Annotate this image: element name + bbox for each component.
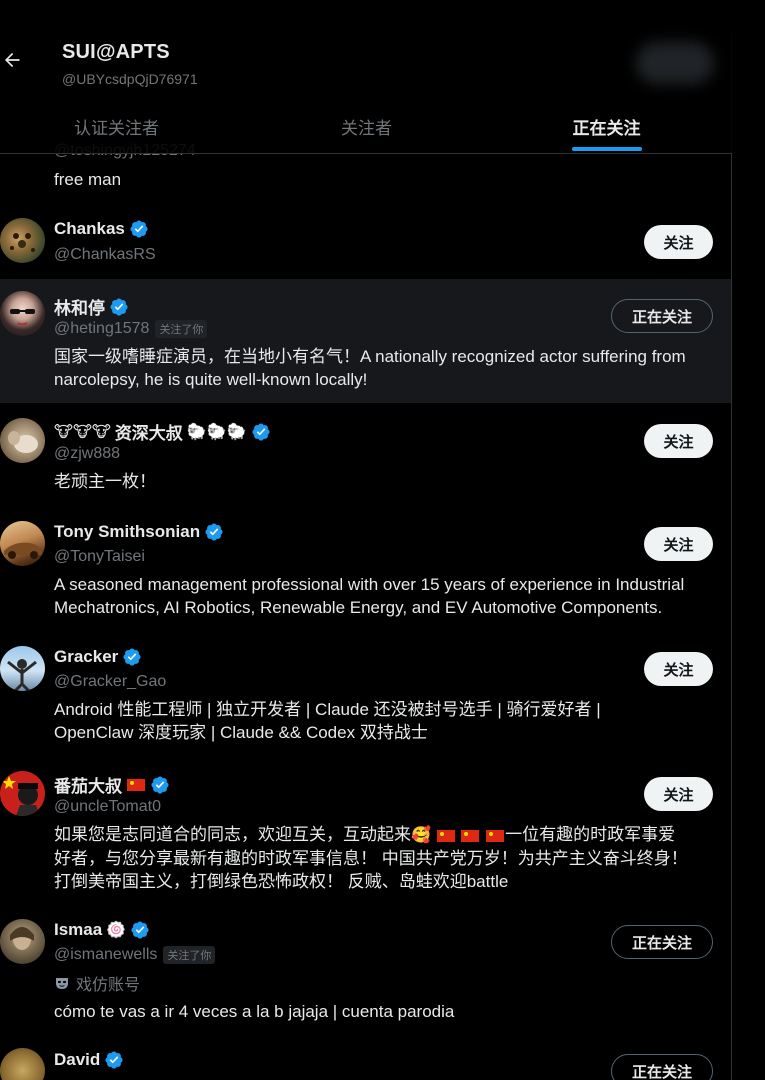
user-name[interactable]: Chankas (54, 219, 149, 239)
verified-badge-icon (123, 648, 141, 666)
verified-badge-icon (105, 1051, 123, 1069)
page-title: SUI@APTS (62, 41, 170, 63)
active-tab-indicator (571, 147, 642, 151)
user-handle: @zjw888 (54, 445, 121, 462)
verified-badge-icon (252, 422, 270, 441)
top-strip (0, 0, 732, 33)
user-bio: cómo te vas a ir 4 veces a la b jajaja |… (54, 1002, 455, 1021)
tab-following[interactable]: 正在关注 (490, 100, 723, 153)
china-flag-icon (486, 829, 505, 842)
bio-line: 如果您是志同道合的同志，欢迎互关，互动起来🥰 一位有趣的时政军事爱 (54, 825, 676, 844)
user-name[interactable]: Ismaa 🍥 (54, 920, 150, 940)
user-handle: @uncleTomat0 (54, 798, 161, 815)
user-bio: 老顽主一枚！ (54, 472, 156, 491)
following-button[interactable]: 正在关注 (611, 925, 713, 959)
bio-line: Android 性能工程师 | 独立开发者 | Claude 还没被封号选手 |… (54, 700, 601, 719)
following-button[interactable]: 正在关注 (611, 1054, 713, 1080)
bio-line: 好者，与您分享最新有趣的时政军事信息！ 中国共产党万岁！为共产主义奋斗终身！ (54, 849, 688, 868)
user-bio: A seasoned management professional with … (54, 575, 685, 617)
follow-button[interactable]: 关注 (644, 652, 713, 686)
bio-line: 打倒美帝国主义，打倒绿色恐怖政权！ 反贼、岛蛙欢迎battle (54, 872, 509, 891)
user-row[interactable]: Ismaa 🍥 @ismanewells 关注了你 戏仿账号 cómo te v… (0, 906, 732, 1038)
verified-badge-icon (131, 921, 149, 939)
avatar[interactable] (0, 521, 45, 566)
tab-verified-followers[interactable]: 认证关注者 (0, 100, 233, 153)
user-row[interactable]: 林和停 @heting1578 关注了你 国家一级嗜睡症演员，在当地小有名气！A… (0, 279, 732, 403)
user-row[interactable]: David 正在关注 (0, 1036, 732, 1080)
china-flag-icon (436, 829, 455, 842)
user-handle: @TonyTaisei (54, 548, 145, 565)
china-flag-icon (127, 778, 145, 791)
follow-button[interactable]: 关注 (644, 527, 713, 561)
user-handle-line: @ismanewells 关注了你 (54, 946, 216, 964)
avatar[interactable] (0, 919, 45, 964)
verified-badge-icon (130, 220, 148, 238)
follows-you-badge: 关注了你 (163, 946, 216, 964)
bio-line: OpenClaw 深度玩家 | Claude && Codex 双持战士 (54, 723, 428, 742)
fish-cake-emoji-icon: 🍥 (106, 922, 127, 939)
sheep-emoji-icon: 🐑🐑🐑 (186, 423, 247, 441)
avatar[interactable] (0, 646, 45, 691)
user-name[interactable]: Tony Smithsonian (54, 522, 224, 542)
user-row[interactable]: 🐮🐮🐮 资深大叔 🐑🐑🐑 @zjw888 老顽主一枚！ 关注 (0, 405, 732, 505)
user-bio: Android 性能工程师 | 独立开发者 | Claude 还没被封号选手 |… (54, 698, 714, 744)
follow-button[interactable]: 关注 (644, 225, 713, 259)
avatar[interactable] (0, 771, 45, 816)
back-arrow-icon[interactable] (2, 50, 22, 70)
blurred-header-button[interactable] (636, 42, 714, 84)
follow-button[interactable]: 关注 (644, 424, 713, 458)
user-bio: free man (54, 170, 122, 189)
verified-badge-icon (110, 297, 128, 316)
user-row[interactable]: Gracker @Gracker_Gao Android 性能工程师 | 独立开… (0, 633, 732, 757)
avatar[interactable] (0, 291, 45, 336)
column-divider (731, 33, 732, 1080)
mask-icon (56, 978, 68, 989)
user-name[interactable]: 🐮🐮🐮 资深大叔 🐑🐑🐑 (54, 419, 271, 444)
parody-label: 戏仿账号 (54, 971, 140, 995)
user-handle: @ismanewells (54, 946, 158, 963)
user-name[interactable]: David (54, 1050, 124, 1070)
following-button[interactable]: 正在关注 (611, 299, 713, 333)
avatar[interactable] (0, 1048, 45, 1080)
user-row[interactable]: 番茄大叔 @uncleTomat0 如果您是志同道合的同志，欢迎互关，互动起来🥰… (0, 758, 732, 906)
verified-badge-icon (205, 523, 223, 541)
main-column: SUI@APTS @UBYcsdpQjD76971 认证关注者 关注者 正在关注… (0, 0, 732, 1080)
smiling-hearts-emoji-icon: 🥰 (411, 827, 431, 844)
follows-you-badge: 关注了你 (155, 320, 208, 338)
avatar[interactable] (0, 218, 45, 263)
china-flag-icon (461, 829, 480, 842)
user-bio: 国家一级嗜睡症演员，在当地小有名气！A nationally recognize… (54, 347, 686, 389)
user-handle: @Gracker_Gao (54, 673, 167, 690)
user-name[interactable]: 番茄大叔 (54, 772, 170, 797)
user-handle: @heting1578 (54, 320, 150, 337)
verified-badge-icon (151, 775, 169, 794)
user-name[interactable]: 林和停 (54, 294, 129, 319)
user-bio: 如果您是志同道合的同志，欢迎互关，互动起来🥰 一位有趣的时政军事爱 好者，与您分… (54, 823, 714, 893)
user-handle: @ChankasRS (54, 246, 156, 263)
follow-button[interactable]: 关注 (644, 777, 713, 811)
user-handle-line: @heting1578 关注了你 (54, 320, 208, 338)
user-name[interactable]: Gracker (54, 647, 142, 667)
tab-bar: 认证关注者 关注者 正在关注 (0, 100, 732, 153)
tab-followers[interactable]: 关注者 (250, 100, 483, 153)
user-row[interactable]: Tony Smithsonian @TonyTaisei A seasoned … (0, 508, 732, 632)
page-handle: @UBYcsdpQjD76971 (62, 71, 198, 87)
cow-emoji-icon: 🐮🐮🐮 (54, 423, 111, 441)
avatar[interactable] (0, 418, 45, 463)
user-row[interactable]: Chankas @ChankasRS 关注 (0, 202, 732, 278)
